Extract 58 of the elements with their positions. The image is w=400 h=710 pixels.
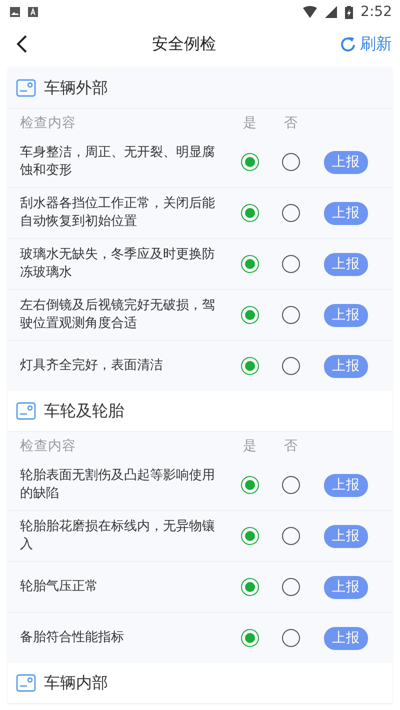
report-button[interactable]: 上报 xyxy=(324,626,368,650)
report-button[interactable]: 上报 xyxy=(324,202,368,224)
status-time: 2:52 xyxy=(360,4,392,20)
no-radio[interactable] xyxy=(282,629,300,647)
check-item-text: 刮水器各挡位工作正常，关闭后能自动恢复到初始位置 xyxy=(20,195,216,231)
column-header: 检查内容 xyxy=(20,437,77,455)
check-item-text: 轮胎胎花磨损在标线内，无异物镶入 xyxy=(20,518,216,554)
page-title: 安全例检 xyxy=(151,34,217,54)
no-radio[interactable] xyxy=(282,476,300,494)
signal-icon xyxy=(324,6,337,18)
back-button[interactable] xyxy=(16,34,28,54)
refresh-button[interactable]: 刷新 xyxy=(340,34,392,54)
no-radio[interactable] xyxy=(282,306,300,324)
section-title: 车轮及轮胎 xyxy=(44,400,124,422)
no-radio[interactable] xyxy=(282,204,300,222)
report-button[interactable]: 上报 xyxy=(324,252,368,276)
form-icon xyxy=(16,79,36,97)
check-item-text: 轮胎表面无割伤及凸起等影响使用的缺陷 xyxy=(20,467,216,503)
yes-radio[interactable] xyxy=(241,306,259,324)
check-item-text: 车身整洁，周正、无开裂、明显腐蚀和变形 xyxy=(20,144,216,180)
report-button[interactable]: 上报 xyxy=(324,150,368,174)
section-title: 车辆外部 xyxy=(44,78,108,98)
report-button[interactable]: 上报 xyxy=(324,304,368,326)
column-header: 否 xyxy=(283,114,299,132)
check-item-text: 灯具齐全完好，表面清洁 xyxy=(20,357,164,375)
check-item-text: 轮胎气压正常 xyxy=(20,578,99,596)
image-icon xyxy=(10,7,20,17)
column-header: 是 xyxy=(242,437,258,455)
report-button[interactable]: 上报 xyxy=(324,576,368,598)
column-header: 检查内容 xyxy=(20,114,77,132)
report-button[interactable]: 上报 xyxy=(324,474,368,496)
column-header: 否 xyxy=(283,437,299,455)
refresh-icon xyxy=(340,35,356,53)
no-radio[interactable] xyxy=(282,527,300,545)
yes-radio[interactable] xyxy=(241,578,259,596)
report-button[interactable]: 上报 xyxy=(324,524,368,548)
section-title: 车辆内部 xyxy=(44,672,108,694)
check-item-text: 备胎符合性能指标 xyxy=(20,629,125,647)
form-icon xyxy=(16,674,36,692)
form-icon xyxy=(16,402,36,420)
check-item-text: 玻璃水无缺失，冬季应及时更换防冻玻璃水 xyxy=(20,246,216,282)
battery-icon xyxy=(344,6,353,18)
yes-radio[interactable] xyxy=(241,255,259,273)
yes-radio[interactable] xyxy=(241,153,259,171)
yes-radio[interactable] xyxy=(241,357,259,375)
no-radio[interactable] xyxy=(282,357,300,375)
no-radio[interactable] xyxy=(282,153,300,171)
yes-radio[interactable] xyxy=(241,476,259,494)
yes-radio[interactable] xyxy=(241,629,259,647)
text-icon xyxy=(28,7,38,17)
wifi-icon xyxy=(302,6,317,18)
yes-radio[interactable] xyxy=(241,204,259,222)
yes-radio[interactable] xyxy=(241,527,259,545)
check-item-text: 左右倒镜及后视镜完好无破损，驾驶位置观测角度合适 xyxy=(20,297,216,333)
column-header: 是 xyxy=(242,114,258,132)
no-radio[interactable] xyxy=(282,578,300,596)
report-button[interactable]: 上报 xyxy=(324,354,368,378)
no-radio[interactable] xyxy=(282,255,300,273)
